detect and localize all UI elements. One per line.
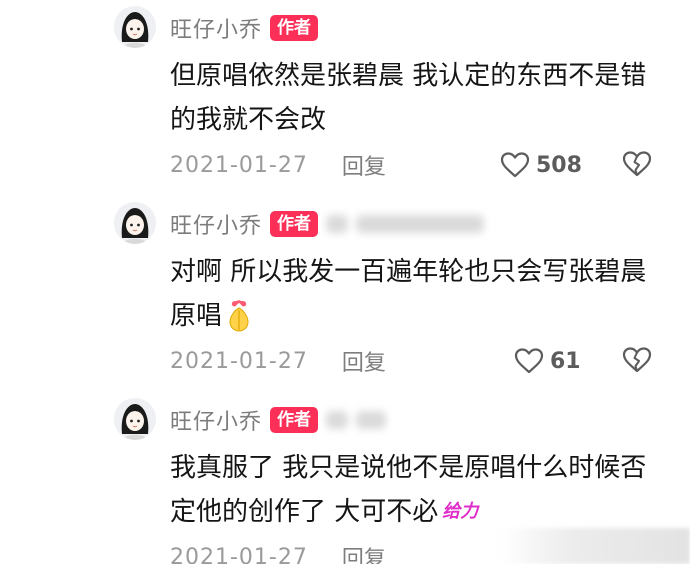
author-badge: 作者	[270, 15, 319, 41]
geili-sticker: 给力	[442, 501, 479, 522]
author-name[interactable]: 旺仔小乔	[170, 12, 262, 44]
broken-heart-icon	[622, 151, 652, 177]
watermark-overlay	[500, 528, 690, 564]
comment-meta: 2021-01-27 回复 508	[170, 148, 670, 182]
heart-outline-icon	[514, 348, 544, 374]
comment-date: 2021-01-27	[170, 544, 308, 564]
blurred-text	[326, 215, 349, 233]
blurred-text	[356, 215, 485, 233]
avatar[interactable]	[114, 6, 156, 48]
avatar-girl-icon	[114, 398, 156, 440]
reply-button[interactable]: 回复	[342, 149, 386, 181]
avatar[interactable]	[114, 398, 156, 440]
avatar-girl-icon	[114, 202, 156, 244]
like-count: 508	[536, 152, 582, 178]
blurred-text	[326, 411, 349, 429]
comment-meta: 2021-01-27 回复 61	[170, 344, 670, 378]
comment-text-content: 我真服了 我只是说他不是原唱什么时候否定他的创作了 大可不必	[170, 453, 647, 527]
author-row: 旺仔小乔 作者	[170, 402, 387, 438]
like-count: 61	[550, 348, 581, 374]
heart-outline-icon	[500, 152, 530, 178]
author-name[interactable]: 旺仔小乔	[170, 208, 262, 240]
author-row: 旺仔小乔 作者	[170, 206, 485, 242]
dislike-button[interactable]	[622, 150, 652, 182]
blurred-text	[356, 411, 387, 429]
comment-text: 我真服了 我只是说他不是原唱什么时候否定他的创作了 大可不必 给力	[170, 446, 670, 534]
comment-text: 对啊 所以我发一百遍年轮也只会写张碧晨原唱	[170, 250, 670, 346]
comment-thread: 旺仔小乔 作者 但原唱依然是张碧晨 我认定的东西不是错的我就不会改 2021-0…	[0, 0, 690, 564]
author-badge: 作者	[270, 211, 319, 237]
avatar[interactable]	[114, 202, 156, 244]
author-name[interactable]: 旺仔小乔	[170, 404, 262, 436]
comment-date: 2021-01-27	[170, 348, 308, 374]
author-row: 旺仔小乔 作者	[170, 10, 319, 46]
dislike-button[interactable]	[622, 346, 652, 378]
broken-heart-icon	[622, 347, 652, 373]
reply-button[interactable]: 回复	[342, 345, 386, 377]
like-button[interactable]: 508	[500, 148, 582, 182]
avatar-girl-icon	[114, 6, 156, 48]
comment-date: 2021-01-27	[170, 152, 308, 178]
like-button[interactable]: 61	[514, 344, 581, 378]
pray-hands-emoji	[224, 298, 254, 346]
comment-text: 但原唱依然是张碧晨 我认定的东西不是错的我就不会改	[170, 61, 647, 135]
author-badge: 作者	[270, 407, 319, 433]
reply-button[interactable]: 回复	[342, 541, 386, 564]
